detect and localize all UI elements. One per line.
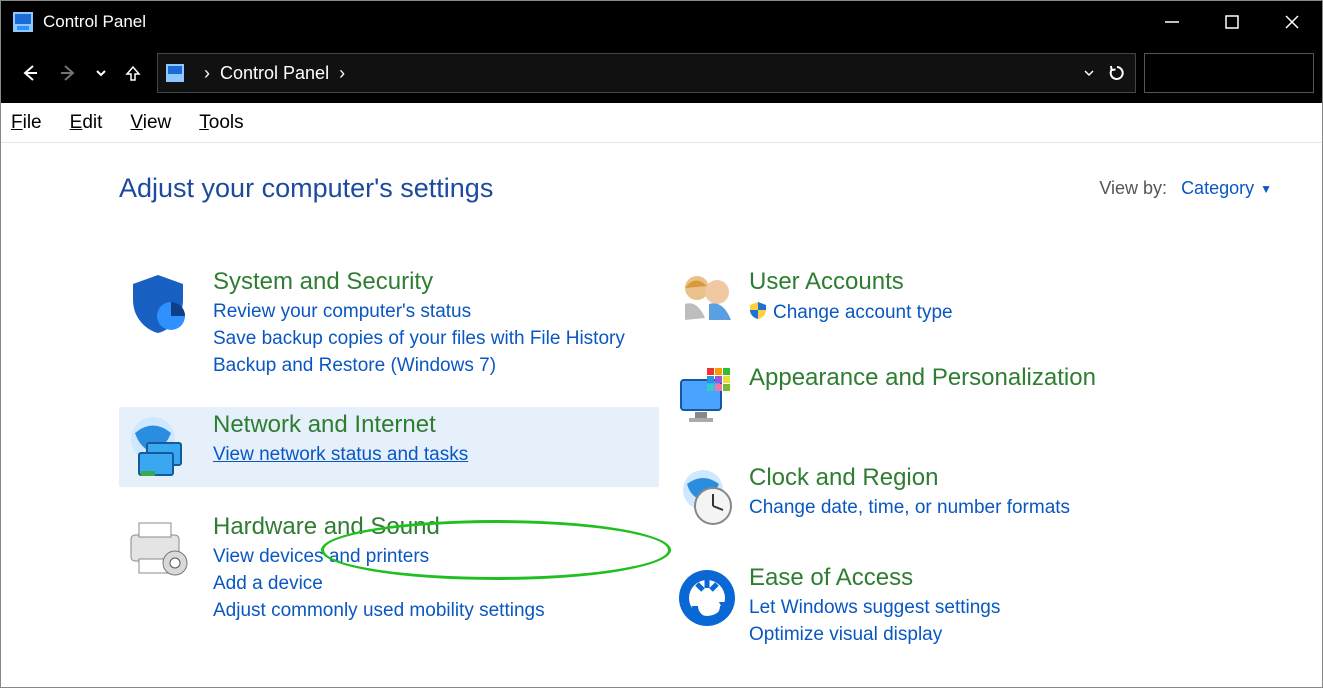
address-bar[interactable]: › Control Panel ›: [157, 53, 1136, 93]
category-link[interactable]: View devices and printers: [213, 546, 653, 568]
content-area: Adjust your computer's settings View by:…: [1, 143, 1322, 676]
window-title: Control Panel: [43, 12, 1142, 32]
search-box[interactable]: [1144, 53, 1314, 93]
printer-icon: [125, 513, 213, 622]
category-ease-of-access: Ease of Access Let Windows suggest setti…: [669, 560, 1209, 654]
breadcrumb-chevron-icon[interactable]: ›: [204, 63, 210, 84]
category-network-internet: Network and Internet View network status…: [119, 407, 659, 487]
maximize-button[interactable]: [1202, 1, 1262, 43]
appearance-icon: [675, 364, 749, 430]
search-input[interactable]: [1153, 63, 1323, 83]
navigation-bar: › Control Panel ›: [1, 43, 1322, 103]
category-title[interactable]: User Accounts: [749, 268, 1203, 296]
view-by-dropdown[interactable]: Category ▼: [1181, 178, 1272, 199]
category-link[interactable]: Optimize visual display: [749, 624, 1203, 646]
category-title[interactable]: Ease of Access: [749, 564, 1203, 592]
caret-down-icon: ▼: [1260, 182, 1272, 196]
category-title[interactable]: Appearance and Personalization: [749, 364, 1203, 392]
back-button[interactable]: [9, 53, 49, 93]
breadcrumb-location[interactable]: Control Panel: [220, 63, 329, 84]
view-by: View by: Category ▼: [1099, 178, 1272, 199]
menu-view[interactable]: View: [130, 112, 171, 134]
shield-icon: [125, 268, 213, 377]
category-column-left: System and Security Review your computer…: [119, 264, 659, 676]
category-column-right: User Accounts Change account type: [669, 264, 1209, 676]
address-control-panel-icon: [164, 62, 186, 84]
category-link-view-network-status[interactable]: View network status and tasks: [213, 444, 653, 466]
category-appearance: Appearance and Personalization: [669, 360, 1209, 438]
title-bar: Control Panel: [1, 1, 1322, 43]
category-link[interactable]: Adjust commonly used mobility settings: [213, 600, 653, 622]
category-link[interactable]: Save backup copies of your files with Fi…: [213, 328, 653, 350]
uac-shield-icon: [749, 301, 767, 325]
menu-tools[interactable]: Tools: [199, 112, 243, 134]
page-heading: Adjust your computer's settings: [119, 173, 493, 204]
breadcrumb-chevron-icon[interactable]: ›: [339, 63, 345, 84]
refresh-button[interactable]: [1099, 64, 1135, 82]
category-title[interactable]: Clock and Region: [749, 464, 1203, 492]
category-link[interactable]: Change account type: [749, 301, 1203, 325]
close-button[interactable]: [1262, 1, 1322, 43]
users-icon: [675, 268, 749, 330]
minimize-button[interactable]: [1142, 1, 1202, 43]
menu-file[interactable]: File: [11, 112, 42, 134]
recent-locations-button[interactable]: [89, 53, 113, 93]
category-title[interactable]: Hardware and Sound: [213, 513, 653, 541]
category-title[interactable]: System and Security: [213, 268, 653, 296]
up-button[interactable]: [113, 53, 153, 93]
address-history-chevron-icon[interactable]: [1083, 63, 1095, 84]
category-link[interactable]: Let Windows suggest settings: [749, 597, 1203, 619]
menu-edit[interactable]: Edit: [70, 112, 103, 134]
category-link[interactable]: Backup and Restore (Windows 7): [213, 355, 653, 377]
forward-button[interactable]: [49, 53, 89, 93]
control-panel-icon: [13, 12, 33, 32]
category-title[interactable]: Network and Internet: [213, 411, 653, 439]
category-clock-region: Clock and Region Change date, time, or n…: [669, 460, 1209, 538]
menu-bar: File Edit View Tools: [1, 103, 1322, 143]
category-hardware-sound: Hardware and Sound View devices and prin…: [119, 509, 659, 630]
network-icon: [125, 411, 213, 479]
category-user-accounts: User Accounts Change account type: [669, 264, 1209, 338]
category-link[interactable]: Change date, time, or number formats: [749, 497, 1203, 519]
category-system-security: System and Security Review your computer…: [119, 264, 659, 385]
view-by-label: View by:: [1099, 178, 1167, 199]
category-link[interactable]: Add a device: [213, 573, 653, 595]
accessibility-icon: [675, 564, 749, 646]
clock-icon: [675, 464, 749, 530]
category-link[interactable]: Review your computer's status: [213, 301, 653, 323]
